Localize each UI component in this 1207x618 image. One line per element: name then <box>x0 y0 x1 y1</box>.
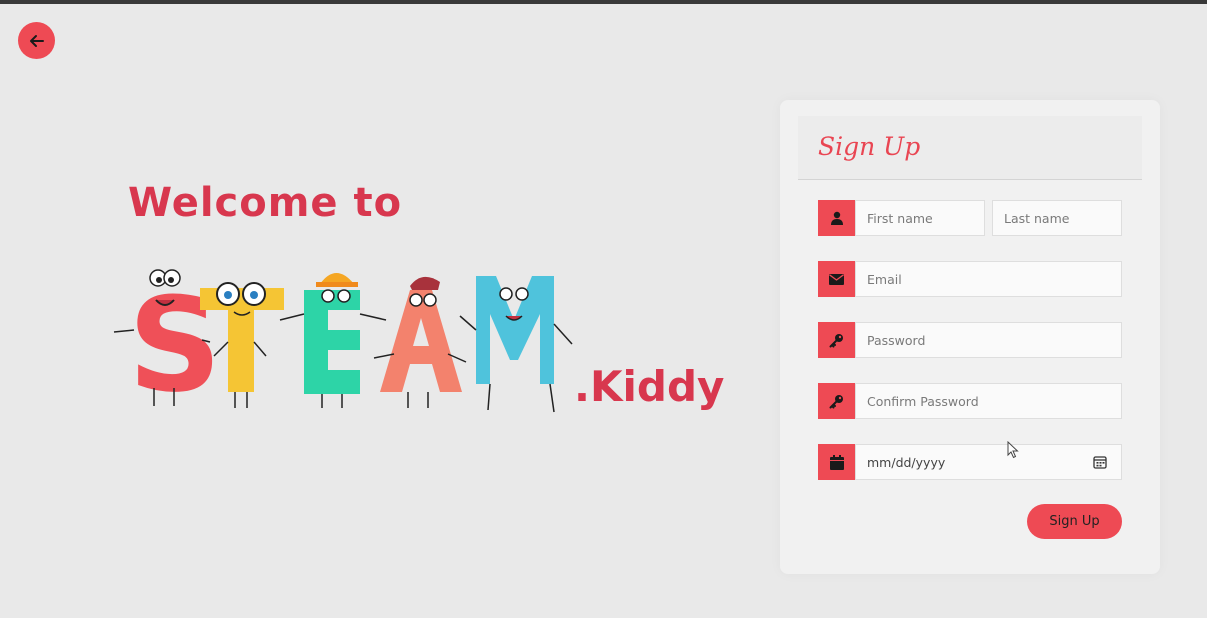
hero-branding: Welcome to S .Kiddy <box>110 170 750 430</box>
confirm-password-input[interactable] <box>855 383 1122 419</box>
confirm-password-row <box>818 383 1122 419</box>
key-icon <box>829 394 843 408</box>
signup-card: Sign Up First name Last name Email mm/dd… <box>780 100 1160 574</box>
date-placeholder: mm/dd/yyyy <box>867 454 946 470</box>
name-addon <box>818 200 855 236</box>
arrow-left-icon <box>29 34 44 47</box>
key-icon <box>829 333 843 347</box>
letter-a-character <box>373 276 467 408</box>
date-row: mm/dd/yyyy <box>818 444 1122 480</box>
first-name-input[interactable] <box>855 200 985 236</box>
date-addon <box>818 444 855 480</box>
confirm-password-addon <box>818 383 855 419</box>
email-row <box>818 261 1122 297</box>
calendar-picker-icon[interactable] <box>1093 455 1107 469</box>
letter-e-character <box>279 273 387 408</box>
last-name-input[interactable] <box>992 200 1122 236</box>
signup-card-header: Sign Up <box>798 116 1142 180</box>
email-addon <box>818 261 855 297</box>
password-row <box>818 322 1122 358</box>
kiddy-wordmark: .Kiddy <box>574 362 725 411</box>
birthdate-input[interactable]: mm/dd/yyyy <box>855 444 1122 480</box>
mouse-cursor-icon <box>1007 441 1019 459</box>
window-top-edge <box>0 0 1207 4</box>
back-button[interactable] <box>18 22 55 59</box>
password-input[interactable] <box>855 322 1122 358</box>
calendar-icon <box>829 454 844 470</box>
welcome-heading: Welcome to <box>128 180 403 226</box>
email-input[interactable] <box>855 261 1122 297</box>
steam-logo: S <box>113 269 573 420</box>
letter-m-character <box>459 276 573 413</box>
password-addon <box>818 322 855 358</box>
signup-title: Sign Up <box>818 132 921 161</box>
user-icon <box>830 211 843 225</box>
envelope-icon <box>829 273 844 285</box>
name-row <box>818 200 1122 236</box>
signup-submit-button[interactable]: Sign Up <box>1027 504 1122 539</box>
